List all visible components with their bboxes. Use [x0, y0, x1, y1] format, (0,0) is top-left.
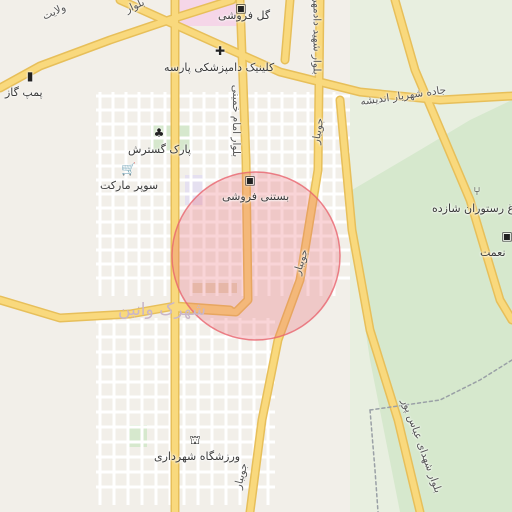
cart-icon[interactable]: 🛒 — [121, 163, 136, 177]
place-label[interactable]: کلینیک دامپزشکی پارسه — [164, 61, 274, 74]
map-view[interactable]: شهرک وانین ▣ گل فروشی ✚ کلینیک دامپزشکی … — [0, 0, 512, 512]
road-label: بلوار امام خمینی — [230, 84, 243, 158]
place-label[interactable]: نعمت — [480, 246, 506, 259]
place-label[interactable]: بستنی فروشی — [222, 190, 289, 203]
clinic-icon[interactable]: ✚ — [213, 45, 227, 59]
restaurant-icon[interactable]: ⑂ — [470, 185, 484, 199]
place-label[interactable]: گل فروشی — [218, 9, 270, 22]
place-label[interactable]: پمپ گاز — [5, 86, 43, 99]
road-label: بلوار شهید دادمهر — [310, 0, 323, 75]
map-canvas[interactable] — [0, 0, 512, 512]
place-label[interactable]: پارک گسترش — [128, 143, 191, 156]
place-label[interactable]: سوپر مارکت — [100, 179, 158, 192]
place-label[interactable]: ورزشگاه شهرداری — [154, 450, 240, 463]
street-grid-south — [96, 318, 275, 505]
stadium-icon[interactable]: ⛫ — [188, 434, 202, 448]
place-label[interactable]: باغ رستوران شازده — [432, 202, 512, 215]
shop-icon[interactable]: ▣ — [500, 230, 512, 244]
shop-icon[interactable]: ▣ — [243, 174, 257, 188]
district-label: شهرک وانین — [118, 300, 206, 320]
fuel-icon[interactable]: ▮ — [23, 70, 37, 84]
park-icon[interactable]: ♣ — [152, 127, 166, 141]
